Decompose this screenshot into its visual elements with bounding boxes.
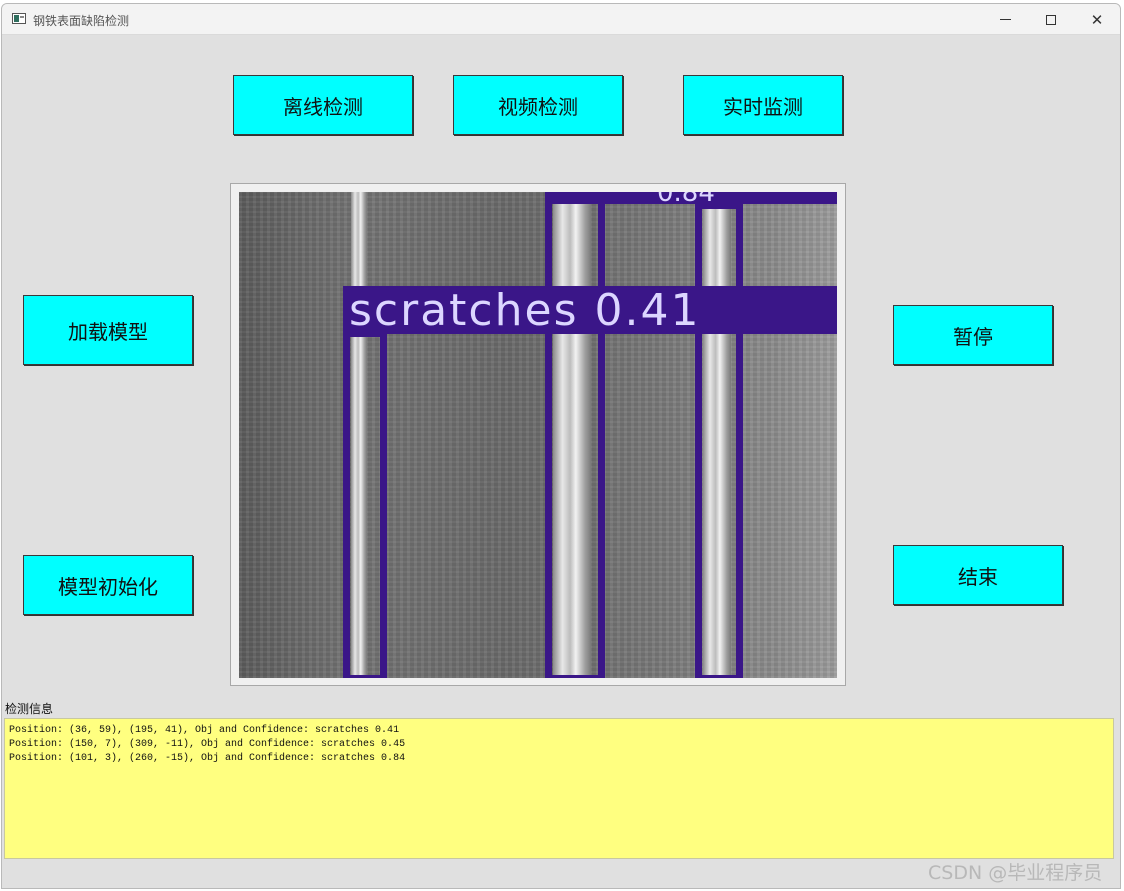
watermark: CSDN @毕业程序员 xyxy=(928,862,1103,884)
window-title: 钢铁表面缺陷检测 xyxy=(33,14,130,28)
maximize-icon xyxy=(1046,14,1056,25)
detection-label: scratches 0.41 xyxy=(343,286,837,334)
detection-label-top: 0.84 xyxy=(545,192,837,204)
image-display-frame: 0.84 scratches 0.41 xyxy=(230,183,846,686)
bounding-box xyxy=(545,192,605,678)
stop-button[interactable]: 结束 xyxy=(893,545,1063,605)
pause-button[interactable]: 暂停 xyxy=(893,305,1053,365)
bounding-box xyxy=(695,202,743,678)
info-line: Position: (101, 3), (260, -15), Obj and … xyxy=(9,753,406,764)
detection-info-textbox[interactable]: Position: (36, 59), (195, 41), Obj and C… xyxy=(4,718,1114,859)
detection-result-image: 0.84 scratches 0.41 xyxy=(239,192,837,678)
info-line: Position: (150, 7), (309, -11), Obj and … xyxy=(9,739,406,750)
close-icon: ✕ xyxy=(1090,10,1104,29)
bounding-box xyxy=(343,330,387,678)
load-model-button[interactable]: 加载模型 xyxy=(23,295,193,365)
info-line: Position: (36, 59), (195, 41), Obj and C… xyxy=(9,725,400,736)
init-model-button[interactable]: 模型初始化 xyxy=(23,555,193,615)
realtime-monitor-button[interactable]: 实时监测 xyxy=(683,75,843,135)
minimize-icon xyxy=(999,19,1011,20)
app-icon xyxy=(12,13,26,24)
steel-surface-texture xyxy=(239,192,837,678)
offline-detect-button[interactable]: 离线检测 xyxy=(233,75,413,135)
video-detect-button[interactable]: 视频检测 xyxy=(453,75,623,135)
maximize-button[interactable] xyxy=(1028,4,1074,35)
main-window: 钢铁表面缺陷检测 ✕ 离线检测 视频检测 实时监测 加载模型 模型初始化 暂停 … xyxy=(1,3,1121,889)
title-bar[interactable]: 钢铁表面缺陷检测 ✕ xyxy=(2,4,1120,35)
close-button[interactable]: ✕ xyxy=(1074,4,1120,35)
detection-info-label: 检测信息 xyxy=(5,702,54,716)
minimize-button[interactable] xyxy=(982,4,1028,35)
